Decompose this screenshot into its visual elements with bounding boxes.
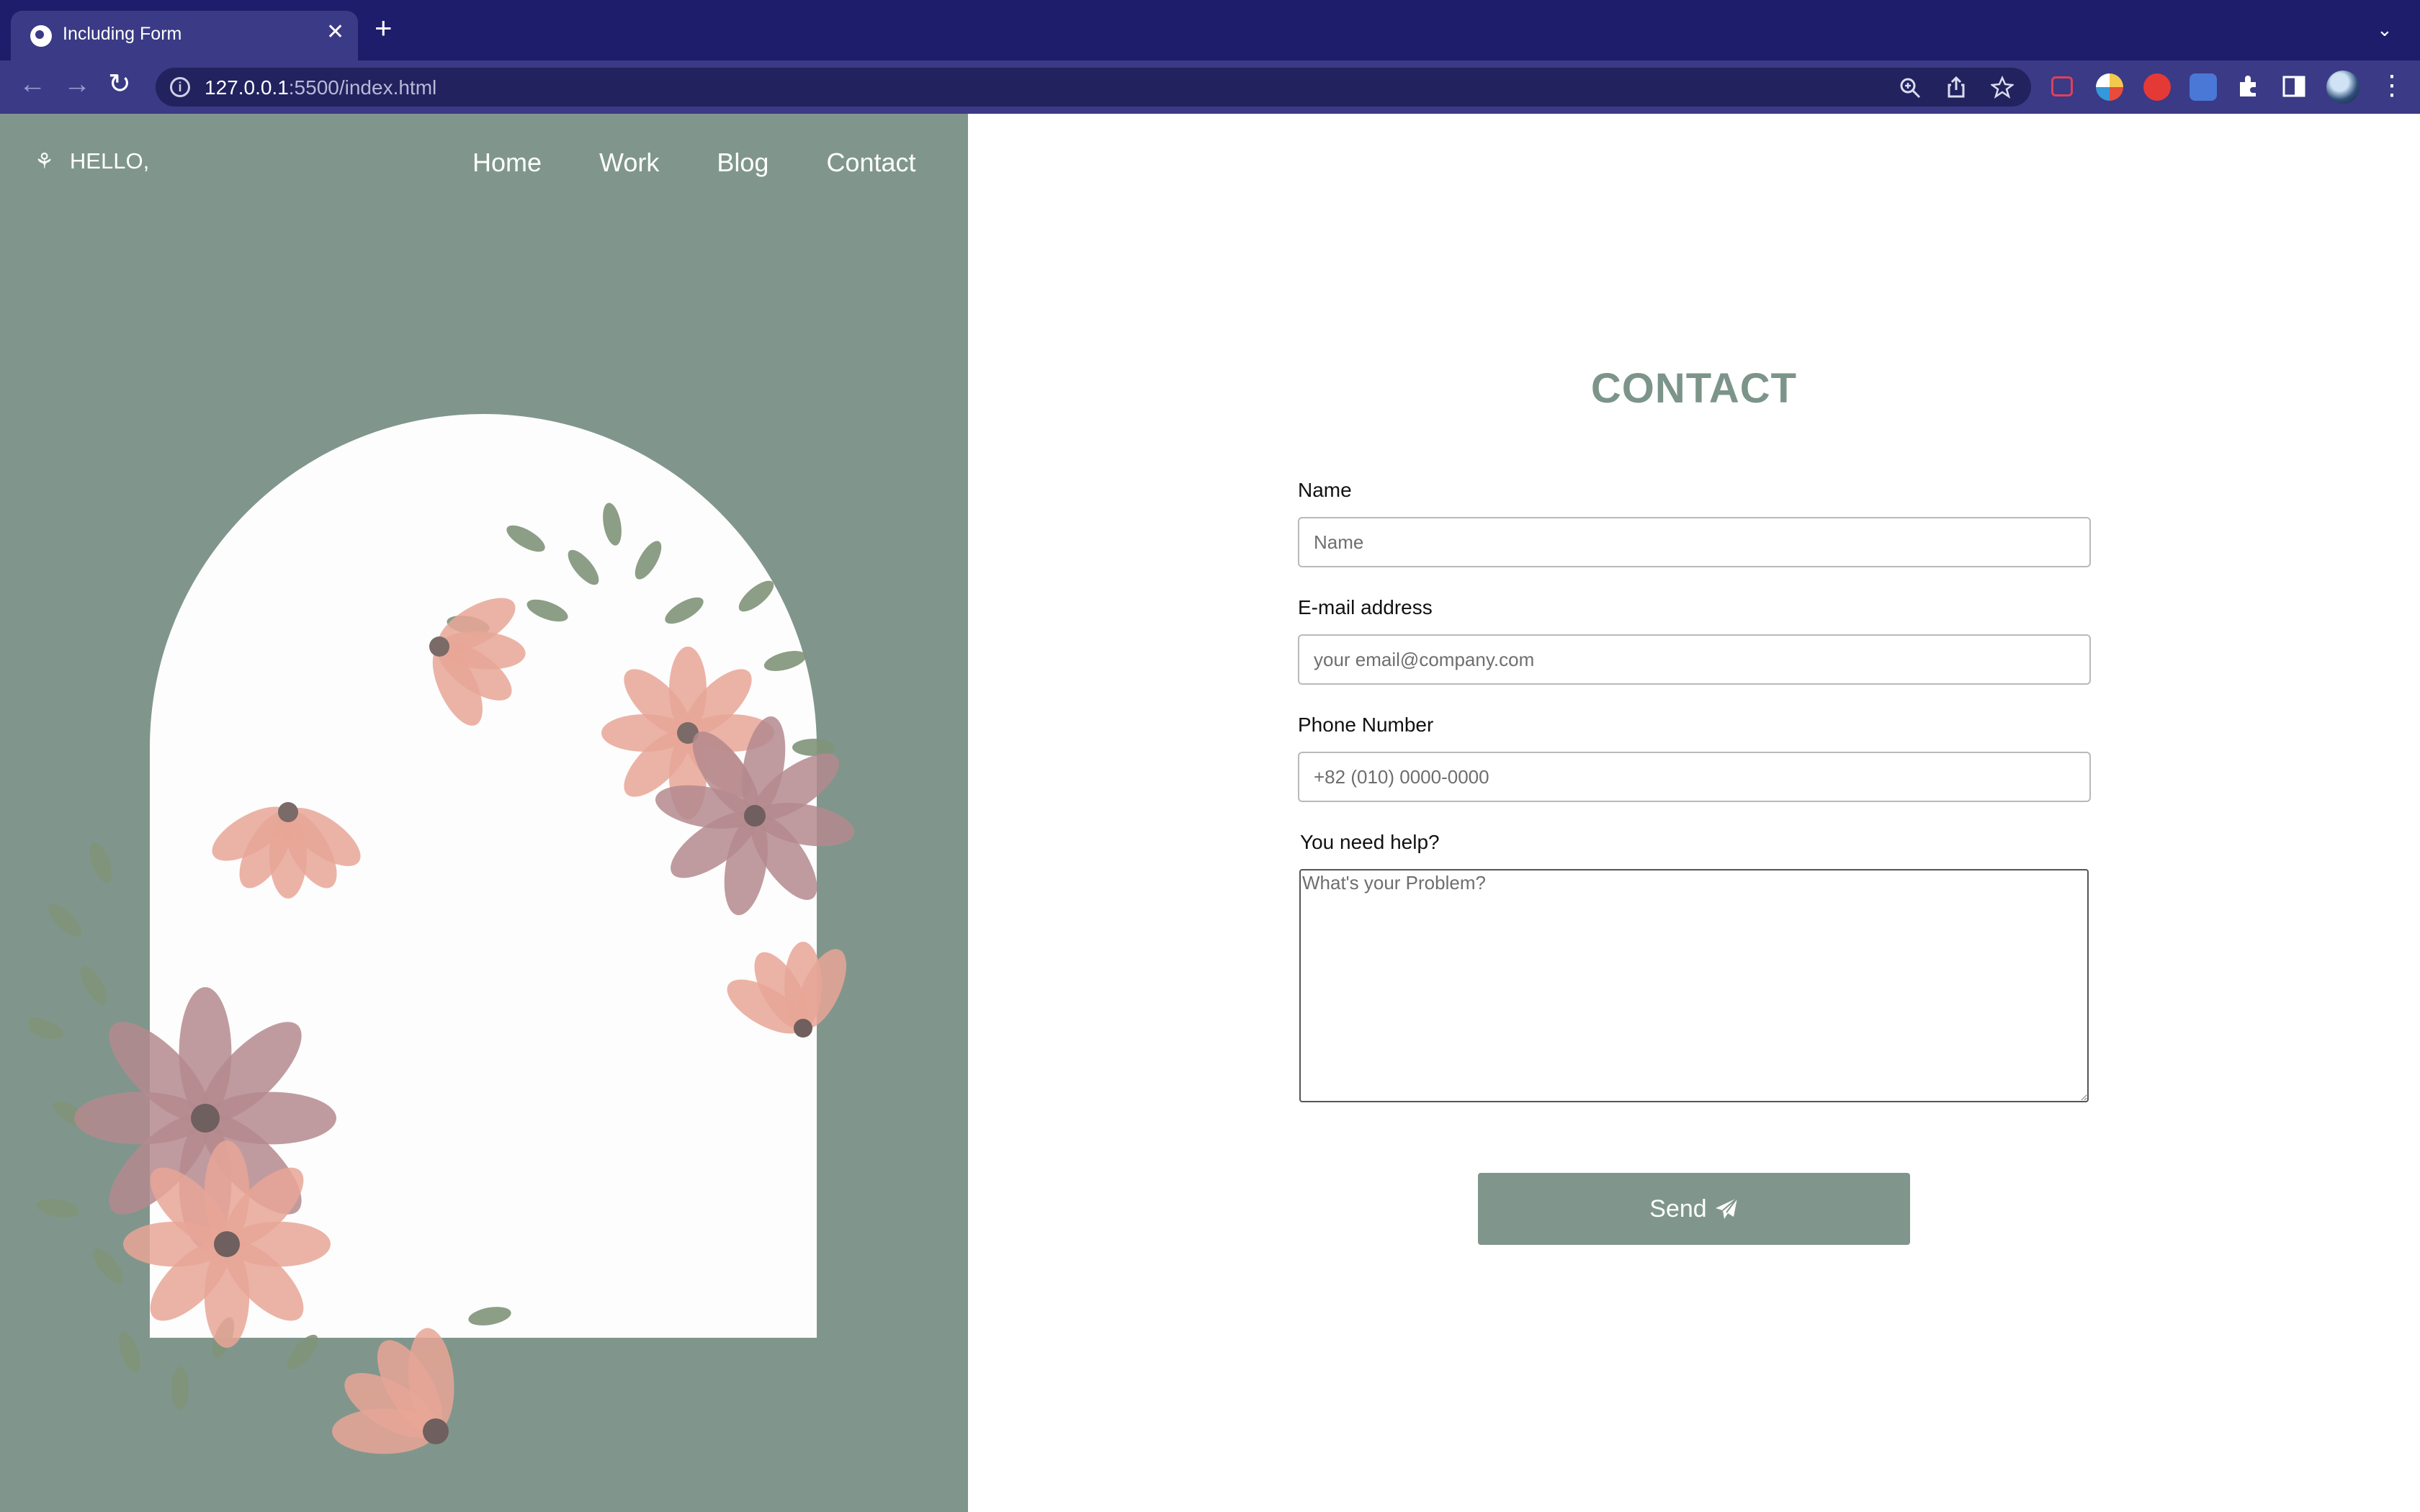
extension-icon-3[interactable] bbox=[2143, 73, 2171, 101]
pink-flower-bottom bbox=[332, 1326, 459, 1454]
brand-text: HELLO, bbox=[69, 148, 150, 174]
name-field[interactable] bbox=[1298, 517, 2091, 567]
pink-flower-left-lower bbox=[123, 1140, 331, 1348]
phone-field[interactable] bbox=[1298, 752, 2091, 802]
share-icon[interactable] bbox=[1945, 76, 1968, 99]
email-field[interactable] bbox=[1298, 634, 2091, 685]
url-host: 127.0.0.1 bbox=[205, 76, 289, 99]
address-bar[interactable]: i 127.0.0.1:5500/index.html bbox=[156, 68, 2031, 107]
send-button-label: Send bbox=[1649, 1194, 1707, 1223]
paper-plane-icon bbox=[1715, 1197, 1738, 1219]
menu-icon[interactable]: ⋮ bbox=[2378, 72, 2406, 99]
nav-home[interactable]: Home bbox=[472, 148, 542, 178]
help-textarea[interactable] bbox=[1299, 869, 2089, 1102]
zoom-icon[interactable] bbox=[1899, 76, 1922, 99]
url-text[interactable]: 127.0.0.1:5500/index.html bbox=[205, 76, 436, 99]
profile-avatar[interactable] bbox=[2326, 71, 2360, 104]
help-label: You need help? bbox=[1300, 831, 1440, 853]
nav-blog[interactable]: Blog bbox=[717, 148, 768, 178]
name-label: Name bbox=[1298, 479, 1352, 501]
info-icon[interactable]: i bbox=[170, 77, 190, 97]
floral-arch-illustration bbox=[29, 414, 858, 1454]
extension-icon-1[interactable] bbox=[2051, 76, 2073, 96]
sidepanel-icon[interactable] bbox=[2282, 75, 2306, 98]
url-path: :5500/index.html bbox=[288, 76, 437, 99]
extensions-icon[interactable] bbox=[2236, 73, 2262, 99]
extension-icon-4[interactable] bbox=[2190, 73, 2217, 101]
tab-search-chevron-icon[interactable]: ⌄ bbox=[2377, 19, 2393, 41]
browser-toolbar: ← → ↻ i 127.0.0.1:5500/index.html ⋮ bbox=[0, 60, 2420, 114]
send-button[interactable]: Send bbox=[1478, 1173, 1910, 1245]
star-icon[interactable] bbox=[1991, 76, 2014, 99]
close-icon[interactable]: ✕ bbox=[326, 19, 344, 45]
email-label: E-mail address bbox=[1298, 596, 1433, 618]
reload-icon[interactable]: ↻ bbox=[108, 71, 131, 98]
nav-contact[interactable]: Contact bbox=[826, 148, 915, 178]
leaf-icon: ⚘ bbox=[35, 149, 54, 174]
forward-arrow-icon[interactable]: → bbox=[63, 71, 91, 98]
brand-logo[interactable]: ⚘ HELLO, bbox=[35, 148, 149, 174]
browser-tab-strip: Including Form ✕ + ⌄ bbox=[0, 0, 2420, 60]
phone-label: Phone Number bbox=[1298, 714, 1434, 736]
browser-tab[interactable]: Including Form ✕ bbox=[11, 11, 358, 60]
main-nav: Home Work Blog Contact bbox=[472, 148, 916, 178]
contact-panel: CONTACT Name E-mail address Phone Number… bbox=[968, 114, 2420, 1512]
globe-icon bbox=[30, 25, 52, 47]
extension-icon-2[interactable] bbox=[2096, 73, 2123, 101]
web-page: ⚘ HELLO, Home Work Blog Contact CONTACT … bbox=[0, 114, 2420, 1512]
hero-panel: ⚘ HELLO, Home Work Blog Contact bbox=[0, 114, 968, 1512]
nav-work[interactable]: Work bbox=[599, 148, 659, 178]
new-tab-button[interactable]: + bbox=[375, 13, 393, 43]
tab-title: Including Form bbox=[63, 24, 182, 44]
contact-title: CONTACT bbox=[1590, 365, 1798, 412]
back-arrow-icon[interactable]: ← bbox=[19, 71, 46, 98]
